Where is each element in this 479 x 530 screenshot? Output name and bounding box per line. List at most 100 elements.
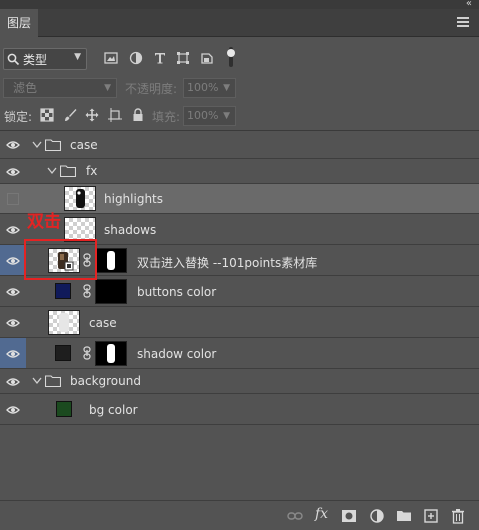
folder-icon bbox=[45, 375, 61, 387]
eye-icon[interactable] bbox=[6, 349, 20, 359]
add-mask-icon[interactable] bbox=[341, 508, 357, 524]
fill-color-swatch[interactable] bbox=[55, 283, 71, 299]
annotation-label: 双击 bbox=[27, 212, 61, 232]
layer-mask-thumbnail[interactable] bbox=[95, 341, 127, 366]
panel-tab-bar: 图层 bbox=[0, 9, 479, 37]
eye-icon[interactable] bbox=[6, 405, 20, 415]
filter-kind-label: 类型 bbox=[23, 52, 48, 67]
phone-case-icon bbox=[59, 313, 69, 332]
layer-name: shadows bbox=[104, 223, 157, 237]
panel-menu-icon[interactable] bbox=[457, 17, 469, 27]
layer-name: case bbox=[70, 138, 98, 152]
opacity-value: 100% bbox=[187, 81, 219, 94]
eye-icon[interactable] bbox=[6, 225, 20, 235]
visibility-column bbox=[0, 394, 26, 424]
layer-name: bg color bbox=[89, 403, 138, 417]
phone-mask-icon bbox=[107, 344, 115, 363]
annotation-highlight-box bbox=[24, 239, 97, 280]
visibility-column bbox=[0, 159, 26, 183]
mask-link-icon[interactable] bbox=[83, 346, 91, 360]
layer-name: 双击进入替换 --101points素材库 bbox=[137, 256, 318, 270]
panel-top-strip: « bbox=[0, 0, 479, 9]
visibility-column bbox=[0, 245, 26, 275]
visibility-column bbox=[0, 338, 26, 368]
layer-row-shadow-color[interactable]: shadow color bbox=[0, 338, 479, 369]
layer-name: shadow color bbox=[137, 347, 217, 361]
fill-color-swatch[interactable] bbox=[56, 401, 72, 417]
search-icon bbox=[7, 53, 20, 65]
fill-label: 填充: bbox=[152, 110, 181, 124]
eye-icon[interactable] bbox=[6, 140, 20, 150]
visibility-column bbox=[0, 276, 26, 306]
link-layers-icon[interactable] bbox=[287, 508, 303, 524]
chevron-down-icon[interactable] bbox=[32, 141, 42, 149]
layer-row-background-group[interactable]: background bbox=[0, 369, 479, 394]
folder-icon bbox=[45, 139, 61, 151]
chevron-down-icon: ▼ bbox=[223, 111, 230, 121]
fill-input[interactable]: 100% ▼ bbox=[183, 106, 236, 126]
mask-link-icon[interactable] bbox=[83, 284, 91, 298]
eye-icon[interactable] bbox=[6, 256, 20, 266]
layers-list: case fx highlights shadows 双击进入替换 --101p… bbox=[0, 130, 479, 500]
chevron-down-icon: ▼ bbox=[223, 83, 230, 93]
filter-kind-select[interactable]: 类型 ▼ bbox=[3, 48, 87, 70]
new-layer-icon[interactable] bbox=[423, 508, 439, 524]
lock-transparent-icon[interactable] bbox=[40, 108, 54, 122]
type-filter-icon[interactable] bbox=[153, 51, 167, 65]
layer-name: case bbox=[89, 316, 117, 330]
delete-icon[interactable] bbox=[450, 508, 466, 524]
opacity-input[interactable]: 100% ▼ bbox=[183, 78, 236, 98]
opacity-label: 不透明度: bbox=[125, 82, 178, 96]
layer-name: buttons color bbox=[137, 285, 217, 299]
lock-label: 锁定: bbox=[4, 110, 33, 124]
fill-value: 100% bbox=[187, 109, 219, 122]
layer-mask-thumbnail[interactable] bbox=[95, 279, 127, 304]
image-filter-icon[interactable] bbox=[104, 51, 118, 65]
chevron-down-icon[interactable] bbox=[32, 377, 42, 385]
layers-bottom-toolbar: fx bbox=[0, 500, 479, 530]
layer-thumbnail[interactable] bbox=[48, 310, 80, 335]
eye-icon[interactable] bbox=[6, 377, 20, 387]
chevron-down-icon[interactable] bbox=[47, 167, 57, 175]
lock-artboard-icon[interactable] bbox=[108, 108, 122, 122]
layer-name: background bbox=[70, 374, 141, 388]
eye-icon[interactable] bbox=[6, 167, 20, 177]
visibility-column bbox=[0, 184, 26, 213]
adjustment-filter-icon[interactable] bbox=[129, 51, 143, 65]
visibility-column bbox=[0, 307, 26, 337]
collapse-panel-button[interactable]: « bbox=[466, 0, 472, 9]
layer-row-case[interactable]: case bbox=[0, 307, 479, 338]
layer-row-bg-color[interactable]: bg color bbox=[0, 394, 479, 425]
blend-mode-value: 滤色 bbox=[13, 81, 38, 95]
fill-color-swatch[interactable] bbox=[55, 345, 71, 361]
fx-icon[interactable]: fx bbox=[315, 506, 331, 522]
phone-case-icon bbox=[76, 189, 85, 208]
chevron-down-icon: ▼ bbox=[74, 52, 81, 62]
visibility-column bbox=[0, 214, 26, 244]
smart-object-filter-icon[interactable] bbox=[200, 51, 214, 65]
blend-mode-select[interactable]: 滤色 ▼ bbox=[3, 78, 117, 98]
visibility-column bbox=[0, 131, 26, 158]
shape-filter-icon[interactable] bbox=[176, 51, 190, 65]
new-group-icon[interactable] bbox=[396, 508, 412, 524]
layer-row-fx-group[interactable]: fx bbox=[0, 159, 479, 184]
layer-row-case-group[interactable]: case bbox=[0, 131, 479, 159]
chevron-down-icon: ▼ bbox=[104, 83, 111, 93]
layer-row-buttons-color[interactable]: buttons color bbox=[0, 276, 479, 307]
layer-thumbnail[interactable] bbox=[64, 186, 96, 211]
layer-name: fx bbox=[86, 164, 98, 178]
adjustment-layer-icon[interactable] bbox=[369, 508, 385, 524]
lock-paint-icon[interactable] bbox=[63, 108, 77, 122]
blend-row: 滤色 ▼ 不透明度: 100% ▼ bbox=[0, 76, 479, 100]
lock-all-icon[interactable] bbox=[131, 108, 145, 122]
tab-layers[interactable]: 图层 bbox=[0, 9, 38, 37]
eye-icon[interactable] bbox=[6, 287, 20, 297]
visibility-column bbox=[0, 369, 26, 393]
eye-icon[interactable] bbox=[6, 318, 20, 328]
layer-row-highlights[interactable]: highlights bbox=[0, 184, 479, 214]
lock-move-icon[interactable] bbox=[85, 108, 99, 122]
filter-toggle-icon[interactable] bbox=[226, 47, 236, 67]
folder-icon bbox=[60, 165, 76, 177]
layer-mask-thumbnail[interactable] bbox=[95, 248, 127, 273]
visibility-off-box[interactable] bbox=[7, 193, 19, 205]
